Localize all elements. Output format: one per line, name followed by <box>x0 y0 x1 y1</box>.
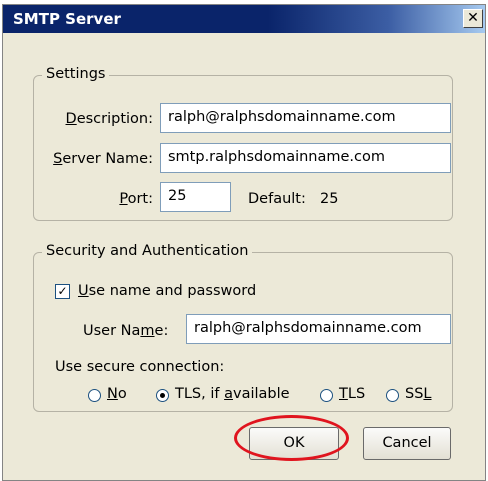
security-legend: Security and Authentication <box>42 243 253 259</box>
smtp-server-dialog: SMTP Server ✕ Settings Description: ralp… <box>2 4 486 481</box>
description-label: Description: <box>65 111 153 127</box>
description-input[interactable]: ralph@ralphsdomainname.com <box>160 103 451 133</box>
radio-ssl-label[interactable]: SSL <box>405 386 432 402</box>
user-name-input[interactable]: ralph@ralphsdomainname.com <box>186 314 451 344</box>
radio-tls-label[interactable]: TLS <box>339 386 365 402</box>
user-name-label: User Name: <box>83 323 169 339</box>
port-label: Port: <box>119 191 153 207</box>
title-bar[interactable]: SMTP Server ✕ <box>3 5 485 33</box>
settings-legend: Settings <box>42 66 110 82</box>
default-port-value: 25 <box>320 191 339 207</box>
radio-no[interactable] <box>88 389 101 402</box>
server-name-label: Server Name: <box>53 151 153 167</box>
default-port-label: Default: <box>248 191 306 207</box>
dialog-title: SMTP Server <box>13 10 121 28</box>
radio-tls-if-available[interactable] <box>156 389 169 402</box>
close-button[interactable]: ✕ <box>463 9 483 28</box>
use-auth-checkbox[interactable]: ✓ <box>55 284 70 299</box>
cancel-button[interactable]: Cancel <box>363 427 451 460</box>
radio-tls[interactable] <box>320 389 333 402</box>
highlight-ellipse <box>234 415 349 461</box>
checkmark-icon: ✓ <box>57 284 68 298</box>
radio-tls-if-available-label[interactable]: TLS, if available <box>175 386 290 402</box>
radio-ssl[interactable] <box>386 389 399 402</box>
use-auth-label[interactable]: Use name and password <box>78 283 256 299</box>
port-input[interactable]: 25 <box>160 182 231 212</box>
secure-connection-label: Use secure connection: <box>55 359 225 375</box>
close-icon: ✕ <box>467 10 479 26</box>
server-name-input[interactable]: smtp.ralphsdomainname.com <box>160 143 451 173</box>
radio-no-label[interactable]: No <box>107 386 127 402</box>
